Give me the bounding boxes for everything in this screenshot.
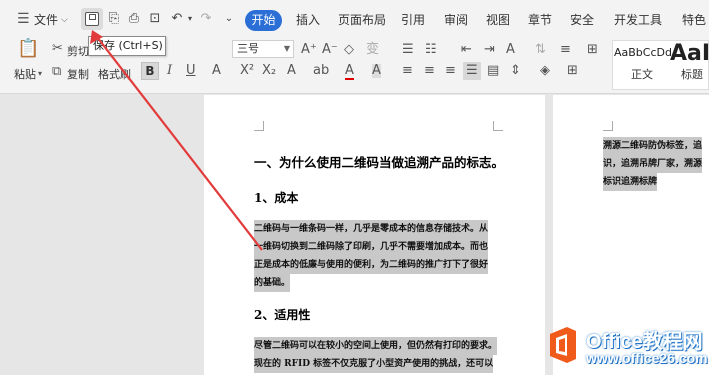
strikethrough-icon[interactable]: A — [212, 64, 221, 78]
save-tooltip: 保存 (Ctrl+S) — [88, 36, 166, 56]
paste-button[interactable]: 粘贴 — [14, 66, 36, 82]
spacing-icon[interactable]: ⇕ — [510, 64, 521, 78]
sort-icon[interactable]: ⇅ — [535, 43, 546, 57]
chevron-down-icon: ▼ — [283, 44, 290, 53]
numbering-icon[interactable]: ☷ — [425, 43, 437, 57]
office-logo-icon — [550, 327, 576, 363]
copy-button[interactable]: 复制 — [67, 66, 89, 82]
watermark-logo: Office教程网 www.office26.com — [542, 323, 709, 375]
page2-line: 识，追溯吊牌厂家，溯源 — [603, 155, 703, 173]
chevron-down-icon[interactable]: ⌵ — [61, 13, 68, 27]
paragraph-line: 二维码与一维条码一样，几乎是零成本的信息存储技术。从 — [254, 220, 489, 238]
tab-page-layout[interactable]: 页面布局 — [338, 11, 386, 28]
menu-bar: ☰ 文件 ⌵ ⎘ ⎙ ⊡ ↶ ▾ ↷ ⌄ 开始 插入 页面布局 引用 审阅 视图… — [0, 0, 709, 38]
bold-button[interactable]: B — [141, 62, 159, 80]
page-corner-mark — [603, 121, 613, 131]
paragraph-mark-icon[interactable]: ⊞ — [587, 43, 598, 57]
print-preview-icon[interactable]: ⊡ — [148, 11, 162, 26]
section-2-title: 2、适用性 — [254, 308, 311, 322]
shading-icon[interactable]: ◈ — [540, 64, 550, 78]
superscript-icon[interactable]: X² — [240, 64, 254, 78]
font-size-select[interactable]: 三号 ▼ — [232, 40, 294, 58]
highlight-color-icon[interactable]: ab — [313, 64, 329, 78]
italic-button[interactable]: I — [167, 64, 172, 78]
grow-font-icon[interactable]: A⁺ — [301, 43, 317, 57]
watermark-url: www.office26.com — [586, 350, 708, 366]
clear-format-icon[interactable]: ◇ — [344, 43, 354, 57]
tab-special[interactable]: 特色 — [682, 11, 706, 28]
tab-view[interactable]: 视图 — [486, 11, 510, 28]
style-normal-sample[interactable]: AaBbCcDd — [614, 46, 672, 59]
paragraph-line: 的基础。 — [254, 274, 291, 292]
style-heading-sample[interactable]: AaI — [670, 41, 709, 66]
increase-indent-icon[interactable]: ⇥ — [484, 43, 495, 57]
cut-button[interactable]: 剪切 — [67, 43, 89, 59]
shrink-font-icon[interactable]: A⁻ — [322, 43, 338, 57]
paste-icon[interactable]: 📋 — [17, 40, 39, 58]
page2-line: 溯源二维码防伪标签，追 — [603, 137, 703, 155]
align-right-icon[interactable]: ≡ — [445, 64, 456, 78]
page-corner-mark — [254, 121, 264, 131]
redo-icon[interactable]: ↷ — [199, 11, 213, 26]
align-left-icon[interactable]: ≡ — [402, 64, 413, 78]
align-center-icon[interactable]: ≡ — [424, 64, 435, 78]
tab-insert[interactable]: 插入 — [296, 11, 320, 28]
chinese-layout-icon[interactable]: A — [506, 43, 515, 57]
page2-line: 标识追溯标牌 — [603, 173, 658, 191]
char-shading-icon[interactable]: A — [372, 64, 381, 78]
section-1-title: 1、成本 — [254, 191, 299, 205]
bullets-icon[interactable]: ☰ — [402, 43, 414, 57]
format-painter-button[interactable]: 格式刷 — [98, 66, 131, 82]
paragraph-line: 尽管二维码可以在较小的空间上使用，但仍然有打印的要求。 — [254, 337, 498, 355]
justify-icon[interactable]: ☰ — [466, 64, 478, 78]
undo-dropdown-icon[interactable]: ▾ — [183, 11, 197, 26]
tab-developer[interactable]: 开发工具 — [614, 11, 662, 28]
paragraph-line: 一维码切换到二维码除了印刷，几乎不需要增加成本。而也 — [254, 238, 489, 256]
distributed-icon[interactable]: ▤ — [487, 64, 499, 78]
font-size-value: 三号 — [237, 42, 259, 55]
paragraph-line: 现在的 RFID 标签不仅克服了小型资产使用的挑战，还可以 — [254, 355, 494, 373]
line-spacing-icon[interactable]: ≡ — [560, 43, 571, 57]
print-icon[interactable]: ⎙ — [127, 11, 141, 26]
save-icon[interactable] — [85, 12, 99, 26]
text-effect-icon[interactable]: A — [287, 64, 296, 78]
file-menu[interactable]: 文件 — [34, 11, 58, 28]
output-icon[interactable]: ⎘ — [107, 11, 121, 26]
subscript-icon[interactable]: X₂ — [262, 64, 276, 78]
document-heading-1: 一、为什么使用二维码当做追溯产品的标志。 — [254, 155, 505, 170]
style-normal-name[interactable]: 正文 — [631, 66, 653, 82]
paragraph-line: 正是成本的低廉与使用的便利，为二维码的推广打下了很好 — [254, 256, 489, 274]
copy-icon[interactable]: ⧉ — [52, 65, 61, 79]
border-icon[interactable]: ⊞ — [567, 64, 578, 78]
tab-review[interactable]: 审阅 — [444, 11, 468, 28]
style-heading-name[interactable]: 标题 — [681, 66, 703, 82]
scissors-icon[interactable]: ✂ — [52, 42, 63, 56]
underline-icon[interactable]: U — [186, 64, 196, 78]
font-color-icon[interactable]: A — [345, 64, 354, 80]
paste-dropdown-icon[interactable]: ▾ — [38, 67, 42, 81]
page-corner-mark — [493, 121, 503, 131]
tab-references[interactable]: 引用 — [401, 11, 425, 28]
tab-chapter[interactable]: 章节 — [528, 11, 552, 28]
tab-security[interactable]: 安全 — [570, 11, 594, 28]
customize-icon[interactable]: ⌄ — [222, 11, 236, 26]
tab-home[interactable]: 开始 — [245, 10, 282, 31]
hamburger-menu-icon[interactable]: ☰ — [17, 12, 30, 26]
decrease-indent-icon[interactable]: ⇤ — [461, 43, 472, 57]
undo-icon[interactable]: ↶ — [170, 11, 184, 26]
phonetic-icon[interactable]: 变 — [366, 43, 379, 57]
